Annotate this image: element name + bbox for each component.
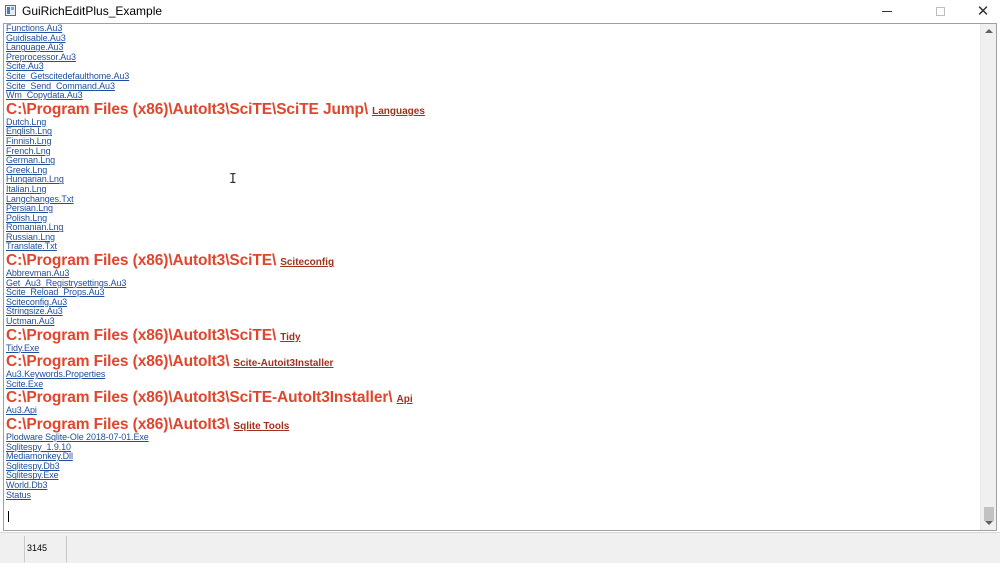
file-link[interactable]: Au3.Api: [6, 406, 981, 416]
file-link[interactable]: Preprocessor.Au3: [6, 52, 981, 63]
file-link[interactable]: English.Lng: [6, 127, 981, 137]
close-button[interactable]: ✕: [960, 0, 1000, 22]
scroll-down-icon[interactable]: [985, 521, 993, 525]
file-link[interactable]: World.Db3: [6, 480, 981, 491]
file-link[interactable]: Persian.Lng: [6, 203, 981, 214]
folder-heading: C:\Program Files (x86)\AutoIt3\ Scite-Aut…: [6, 353, 981, 370]
folder-path: C:\Program Files (x86)\AutoIt3\: [6, 353, 230, 371]
file-link[interactable]: Language.Au3: [6, 43, 981, 53]
file-link[interactable]: Sciteconfig.Au3: [6, 297, 981, 308]
folder-path: C:\Program Files (x86)\AutoIt3\SciTE\: [6, 326, 277, 344]
file-link[interactable]: Translate.Txt: [6, 242, 981, 252]
file-link[interactable]: Au3.Keywords.Properties: [6, 370, 981, 380]
file-link[interactable]: Sqlitespy.Exe: [6, 471, 981, 481]
folder-path: C:\Program Files (x86)\AutoIt3\SciTE\: [6, 252, 277, 270]
folder-link[interactable]: Sciteconfig: [280, 254, 334, 271]
file-link[interactable]: Hungarian.Lng: [6, 175, 981, 185]
vertical-scrollbar[interactable]: [980, 24, 996, 530]
rich-edit-content[interactable]: Functions.Au3 Guidisable.Au3 Language.Au3 P…: [6, 24, 981, 530]
file-link[interactable]: Scite.Au3: [6, 62, 981, 72]
folder-path: C:\Program Files (x86)\AutoIt3\SciTE\Sci…: [6, 100, 369, 118]
file-link[interactable]: Mediamonkey.Dll: [6, 452, 981, 462]
text-cursor-icon: I: [229, 172, 237, 187]
file-link[interactable]: Langchanges.Txt: [6, 194, 981, 205]
folder-link[interactable]: Scite-Autoit3Installer: [233, 355, 333, 372]
file-link[interactable]: Dutch.Lng: [6, 117, 981, 128]
scroll-thumb[interactable]: [984, 507, 994, 521]
folder-link[interactable]: Tidy: [280, 329, 300, 346]
maximize-icon: [935, 6, 945, 16]
file-link[interactable]: Guidisable.Au3: [6, 33, 981, 44]
folder-heading: C:\Program Files (x86)\AutoIt3\SciTE\ Tid…: [6, 327, 981, 344]
scroll-up-icon[interactable]: [985, 29, 993, 33]
file-link[interactable]: Scite_Getscitedefaulthome.Au3: [6, 71, 981, 82]
folder-path: C:\Program Files (x86)\AutoIt3\SciTE-Aut…: [6, 389, 393, 407]
file-link[interactable]: French.Lng: [6, 146, 981, 157]
file-link[interactable]: Italian.Lng: [6, 184, 981, 195]
file-link[interactable]: Russian.Lng: [6, 232, 981, 243]
file-link[interactable]: Scite.Exe: [6, 379, 981, 390]
folder-heading: C:\Program Files (x86)\AutoIt3\SciTE-Aut…: [6, 389, 981, 406]
folder-path: C:\Program Files (x86)\AutoIt3\: [6, 416, 230, 433]
folder-heading: C:\Program Files (x86)\AutoIt3\ Sqlite To…: [6, 416, 981, 433]
file-link[interactable]: Scite_Send_Command.Au3: [6, 81, 981, 92]
minimize-icon: [882, 10, 892, 12]
window-title: GuiRichEditPlus_Example: [22, 4, 163, 18]
file-link[interactable]: Plodware Sqlite-Ole 2018-07-01.Exe: [6, 432, 981, 443]
title-bar[interactable]: GuiRichEditPlus_Example ✕: [0, 0, 1000, 22]
file-link[interactable]: Uctman.Au3: [6, 316, 981, 327]
file-link[interactable]: Stringsize.Au3: [6, 307, 981, 317]
file-link[interactable]: Sqlitespy.Db3: [6, 461, 981, 472]
file-link[interactable]: Finnish.Lng: [6, 136, 981, 147]
folder-heading: C:\Program Files (x86)\AutoIt3\SciTE\Sci…: [6, 252, 981, 269]
text-caret: [8, 511, 9, 522]
file-link[interactable]: Polish.Lng: [6, 213, 981, 224]
file-link[interactable]: Abbrevman.Au3: [6, 268, 981, 279]
folder-link[interactable]: Sqlite Tools: [233, 418, 289, 435]
app-icon: [5, 5, 16, 16]
file-link[interactable]: Get_Au3_Registrysettings.Au3: [6, 278, 981, 289]
file-link[interactable]: Greek.Lng: [6, 165, 981, 176]
file-link[interactable]: Romanian.Lng: [6, 223, 981, 233]
file-link[interactable]: Functions.Au3: [6, 24, 981, 34]
minimize-button[interactable]: [864, 0, 910, 22]
file-link[interactable]: Wm_Copydata.Au3: [6, 91, 981, 101]
status-part-empty: [3, 536, 25, 562]
file-link[interactable]: Tidy.Exe: [6, 343, 981, 354]
file-link[interactable]: Scite_Reload_Props.Au3: [6, 288, 981, 298]
folder-link[interactable]: Api: [396, 391, 412, 408]
status-count: 3145: [27, 543, 48, 553]
close-icon: ✕: [976, 2, 990, 20]
folder-heading: C:\Program Files (x86)\AutoIt3\SciTE\Sci…: [6, 101, 981, 118]
rich-edit-control[interactable]: Functions.Au3 Guidisable.Au3 Language.Au3 P…: [3, 23, 997, 531]
maximize-button[interactable]: [917, 0, 963, 22]
status-bar: 3145: [0, 532, 1000, 563]
file-link[interactable]: German.Lng: [6, 156, 981, 166]
file-link[interactable]: Sqlitespy_1.9.10: [6, 442, 981, 453]
file-link[interactable]: Status: [6, 490, 981, 501]
folder-link[interactable]: Languages: [372, 103, 425, 120]
